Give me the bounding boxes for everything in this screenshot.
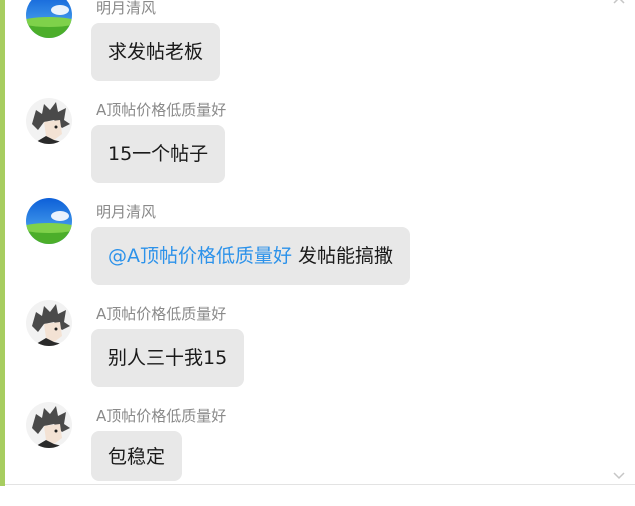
avatar[interactable] bbox=[26, 98, 72, 144]
message-text: 包稳定 bbox=[108, 446, 166, 468]
message-bubble: 15一个帖子 bbox=[91, 125, 226, 183]
sender-name: 明月清风 bbox=[96, 203, 157, 221]
message-bubble: @A顶帖价格低质量好 发帖能搞撒 bbox=[91, 227, 411, 285]
chat-message: A顶帖价格低质量好 别人三十我15 bbox=[0, 300, 635, 404]
sender-name: 明月清风 bbox=[96, 0, 157, 17]
message-bubble: 求发帖老板 bbox=[91, 23, 221, 81]
chat-message: A顶帖价格低质量好 包稳定 bbox=[0, 402, 635, 506]
sender-name: A顶帖价格低质量好 bbox=[96, 305, 227, 323]
avatar[interactable] bbox=[26, 300, 72, 346]
avatar[interactable] bbox=[26, 402, 72, 448]
message-text: 15一个帖子 bbox=[108, 143, 209, 165]
avatar[interactable] bbox=[26, 0, 72, 38]
mention-link[interactable]: @A顶帖价格低质量好 bbox=[108, 245, 292, 267]
message-text: 别人三十我15 bbox=[108, 347, 228, 369]
message-text: 发帖能搞撒 bbox=[298, 245, 394, 267]
sender-name: A顶帖价格低质量好 bbox=[96, 101, 227, 119]
chat-message: 明月清风 求发帖老板 bbox=[0, 0, 635, 98]
chat-message: A顶帖价格低质量好 15一个帖子 bbox=[0, 98, 635, 200]
chat-message: 明月清风 @A顶帖价格低质量好 发帖能搞撒 bbox=[0, 198, 635, 302]
sender-name: A顶帖价格低质量好 bbox=[96, 407, 227, 425]
message-bubble: 别人三十我15 bbox=[91, 329, 245, 387]
message-text: 求发帖老板 bbox=[108, 41, 204, 63]
message-bubble: 包稳定 bbox=[91, 431, 183, 481]
avatar[interactable] bbox=[26, 198, 72, 244]
